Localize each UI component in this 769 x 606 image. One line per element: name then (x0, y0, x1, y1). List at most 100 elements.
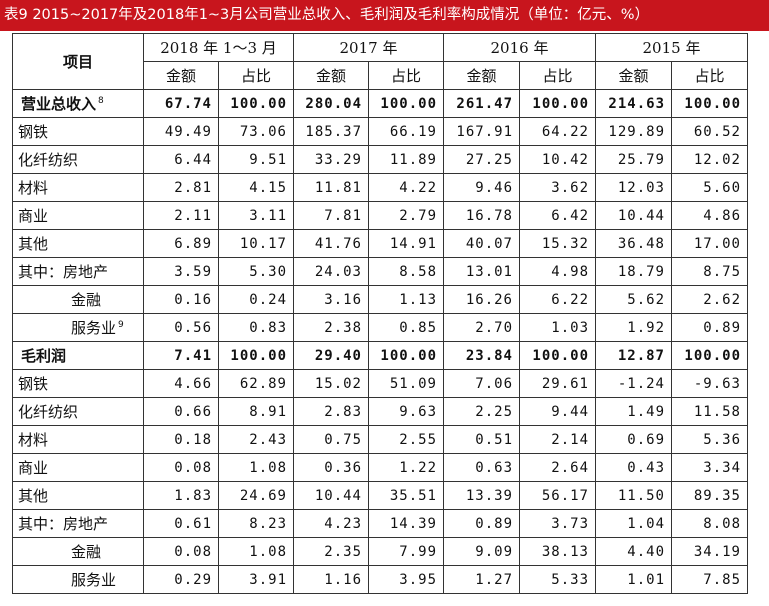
header-period-2018q1: 2018 年 1～3 月 (143, 33, 294, 62)
ratio-cell: 1.08 (218, 453, 294, 482)
row-label: 其中：房地产 (18, 515, 109, 533)
table-row: 其他 1.83 24.69 10.44 35.51 13.39 56.17 11.50 89.3… (12, 481, 748, 510)
ratio-cell: 100.00 (368, 89, 444, 118)
ratio-cell: 2.14 (519, 425, 596, 454)
row-label: 商业 (18, 207, 49, 225)
ratio-cell: 60.52 (671, 117, 748, 146)
header-ratio: 占比 (671, 61, 748, 90)
amount-cell: 4.66 (143, 369, 219, 398)
amount-cell: 1.27 (443, 565, 520, 594)
table-header: 项目 2018 年 1～3 月 2017 年 2016 年 2015 年 金额 … (12, 33, 748, 90)
ratio-cell: 8.08 (671, 509, 748, 538)
amount-cell: 1.92 (595, 313, 672, 342)
ratio-cell: 4.22 (368, 173, 444, 202)
ratio-cell: 2.62 (671, 285, 748, 314)
amount-cell: 0.89 (443, 509, 520, 538)
row-label: 其中：房地产 (18, 263, 109, 281)
ratio-cell: 66.19 (368, 117, 444, 146)
ratio-cell: 73.06 (218, 117, 294, 146)
ratio-cell: 29.61 (519, 369, 596, 398)
ratio-cell: 2.64 (519, 453, 596, 482)
amount-cell: 16.26 (443, 285, 520, 314)
ratio-cell: 2.43 (218, 425, 294, 454)
amount-cell: 6.44 (143, 145, 219, 174)
amount-cell: 4.23 (293, 509, 369, 538)
ratio-cell: 5.36 (671, 425, 748, 454)
ratio-cell: 1.03 (519, 313, 596, 342)
ratio-cell: 8.23 (218, 509, 294, 538)
row-label: 钢铁 (18, 375, 49, 393)
ratio-cell: 24.69 (218, 481, 294, 510)
amount-cell: 0.29 (143, 565, 219, 594)
amount-cell: 214.63 (595, 89, 672, 118)
row-label-cell: 金融 (12, 537, 144, 566)
table-row: 服务业 9 0.56 0.83 2.38 0.85 2.70 1.03 1.92 0.89 (12, 313, 748, 342)
table-row: 其他 6.89 10.17 41.76 14.91 40.07 15.32 36.48 17.0… (12, 229, 748, 258)
header-amount: 金额 (595, 61, 672, 90)
ratio-cell: 5.33 (519, 565, 596, 594)
amount-cell: 27.25 (443, 145, 520, 174)
amount-cell: 10.44 (595, 201, 672, 230)
amount-cell: 18.79 (595, 257, 672, 286)
ratio-cell: 35.51 (368, 481, 444, 510)
row-label: 服务业 (71, 319, 117, 337)
amount-cell: 0.61 (143, 509, 219, 538)
ratio-cell: 7.99 (368, 537, 444, 566)
ratio-cell: 56.17 (519, 481, 596, 510)
amount-cell: 261.47 (443, 89, 520, 118)
amount-cell: 0.16 (143, 285, 219, 314)
amount-cell: 1.04 (595, 509, 672, 538)
footnote-marker: 9 (118, 320, 124, 330)
ratio-cell: 4.15 (218, 173, 294, 202)
row-label-cell: 材料 (12, 425, 144, 454)
amount-cell: 12.03 (595, 173, 672, 202)
row-label-cell: 钢铁 (12, 369, 144, 398)
ratio-cell: 34.19 (671, 537, 748, 566)
ratio-cell: -9.63 (671, 369, 748, 398)
row-label: 毛利润 (21, 347, 67, 365)
ratio-cell: 3.91 (218, 565, 294, 594)
amount-cell: 129.89 (595, 117, 672, 146)
ratio-cell: 2.55 (368, 425, 444, 454)
amount-cell: 0.51 (443, 425, 520, 454)
row-label-cell: 毛利润 (12, 341, 144, 370)
ratio-cell: 1.13 (368, 285, 444, 314)
ratio-cell: 3.95 (368, 565, 444, 594)
amount-cell: 15.02 (293, 369, 369, 398)
table-row: 其中：房地产 0.61 8.23 4.23 14.39 0.89 3.73 1.04 8.08 (12, 509, 748, 538)
amount-cell: 49.49 (143, 117, 219, 146)
amount-cell: 0.08 (143, 537, 219, 566)
amount-cell: 67.74 (143, 89, 219, 118)
ratio-cell: 9.51 (218, 145, 294, 174)
table-row: 材料 0.18 2.43 0.75 2.55 0.51 2.14 0.69 5.36 (12, 425, 748, 454)
amount-cell: 167.91 (443, 117, 520, 146)
amount-cell: 5.62 (595, 285, 672, 314)
ratio-cell: 6.22 (519, 285, 596, 314)
amount-cell: 2.11 (143, 201, 219, 230)
table-row: 化纤纺织 6.44 9.51 33.29 11.89 27.25 10.42 25.79 12.… (12, 145, 748, 174)
footnote-marker: 8 (98, 96, 104, 106)
amount-cell: 13.39 (443, 481, 520, 510)
ratio-cell: 8.91 (218, 397, 294, 426)
ratio-cell: 100.00 (218, 89, 294, 118)
header-ratio: 占比 (218, 61, 294, 90)
header-item: 项目 (12, 33, 144, 90)
ratio-cell: 2.79 (368, 201, 444, 230)
amount-cell: 1.01 (595, 565, 672, 594)
amount-cell: 3.59 (143, 257, 219, 286)
amount-cell: 9.09 (443, 537, 520, 566)
table-row-total: 毛利润 7.41 100.00 29.40 100.00 23.84 100.00 12.87… (12, 341, 748, 370)
header-ratio: 占比 (519, 61, 596, 90)
table-row: 金融 0.16 0.24 3.16 1.13 16.26 6.22 5.62 2.62 (12, 285, 748, 314)
amount-cell: 33.29 (293, 145, 369, 174)
ratio-cell: 5.30 (218, 257, 294, 286)
ratio-cell: 8.58 (368, 257, 444, 286)
table-row: 服务业 0.29 3.91 1.16 3.95 1.27 5.33 1.01 7.85 (12, 565, 748, 594)
table-row: 金融 0.08 1.08 2.35 7.99 9.09 38.13 4.40 34.19 (12, 537, 748, 566)
ratio-cell: 100.00 (519, 341, 596, 370)
ratio-cell: 62.89 (218, 369, 294, 398)
ratio-cell: 17.00 (671, 229, 748, 258)
amount-cell: 16.78 (443, 201, 520, 230)
ratio-cell: 38.13 (519, 537, 596, 566)
row-label: 金融 (71, 291, 102, 309)
